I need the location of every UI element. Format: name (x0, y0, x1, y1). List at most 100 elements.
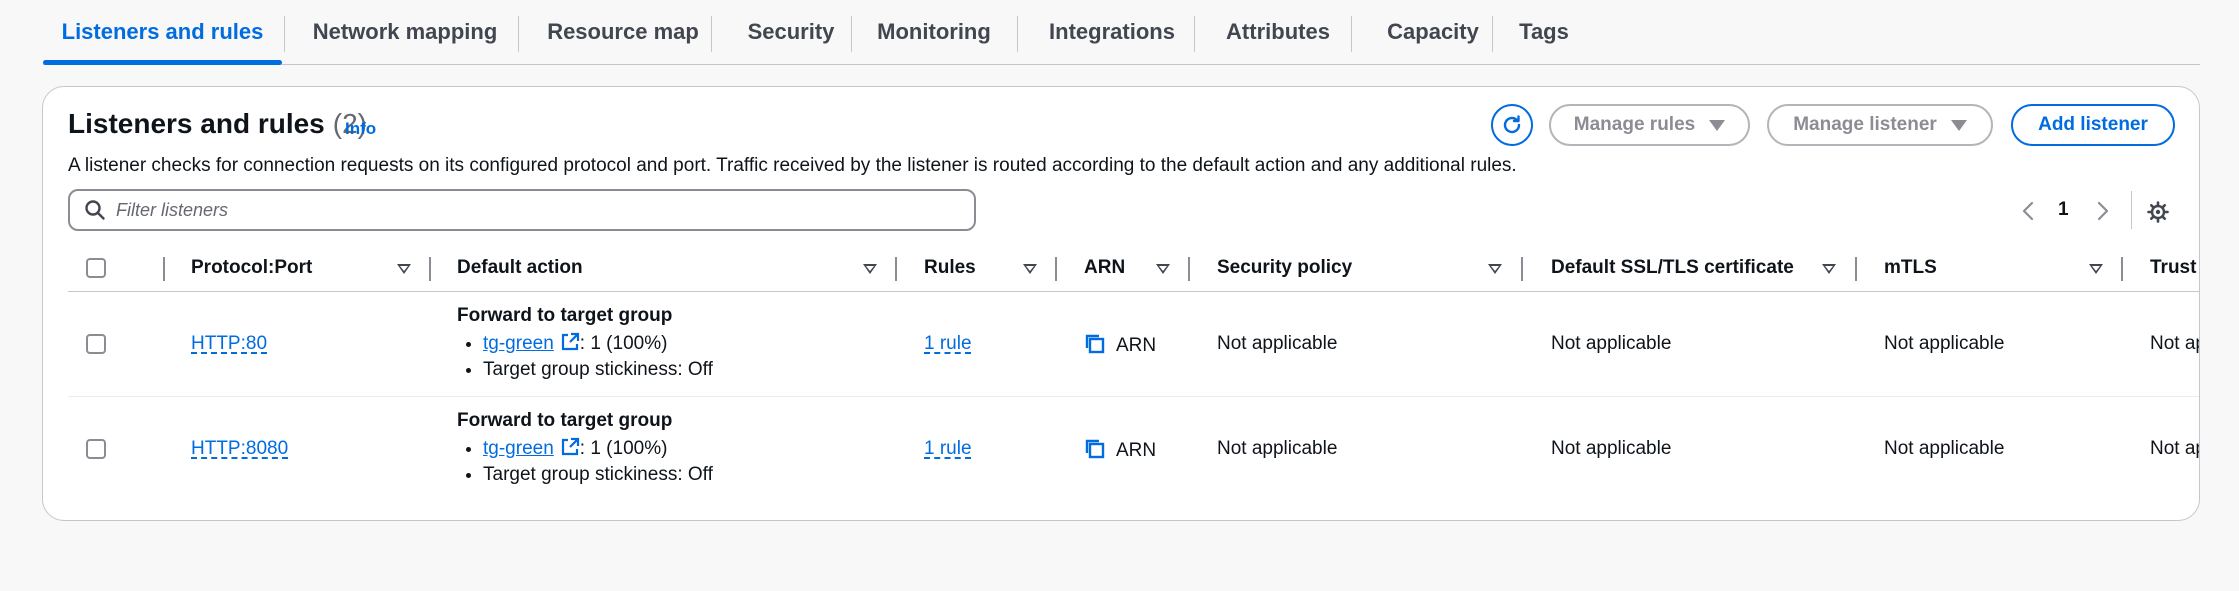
search-icon (85, 200, 105, 220)
target-group-link[interactable]: tg-green (483, 333, 554, 354)
copy-icon[interactable] (1084, 333, 1106, 355)
filter-box (68, 189, 976, 231)
header-mtls[interactable]: mTLS (1884, 245, 1937, 291)
chevron-right-icon (2097, 201, 2109, 221)
panel-title-text: Listeners and rules (68, 108, 325, 139)
external-link-icon[interactable] (560, 437, 580, 457)
caret-down-icon (1709, 119, 1726, 131)
column-divider[interactable] (1055, 257, 1057, 281)
trust-store-cell: Not applicable (2150, 333, 2199, 354)
stickiness-item: Target group stickiness: Off (483, 462, 713, 488)
next-page-button[interactable] (2092, 199, 2114, 223)
manage-listener-button[interactable]: Manage listener (1767, 104, 1993, 146)
sort-icon[interactable] (1822, 264, 1836, 274)
security-policy-cell: Not applicable (1217, 333, 1338, 354)
header-default-ssl-certificate[interactable]: Default SSL/TLS certificate (1551, 245, 1794, 291)
page-number[interactable]: 1 (2058, 199, 2069, 221)
action-title: Forward to target group (457, 410, 673, 431)
select-all-checkbox[interactable] (86, 258, 106, 278)
table-row: HTTP:80 Forward to target group tg-green… (68, 292, 2199, 397)
rules-cell: 1 rule (924, 333, 972, 355)
sort-icon[interactable] (1023, 264, 1037, 274)
table-header: Protocol:Port Default action Rules ARN S… (68, 245, 2199, 292)
trust-store-cell: Not applicable (2150, 438, 2199, 459)
tab-security[interactable]: Security (711, 0, 871, 64)
listeners-panel: Listeners and rules (2) Info A listener c… (42, 86, 2200, 521)
add-listener-button[interactable]: Add listener (2011, 104, 2175, 146)
column-divider[interactable] (1521, 257, 1523, 281)
pagination-divider (2131, 191, 2132, 229)
target-group-link[interactable]: tg-green (483, 438, 554, 459)
sort-icon[interactable] (397, 264, 411, 274)
target-weight: : 1 (100%) (579, 438, 668, 459)
column-divider[interactable] (429, 257, 431, 281)
tab-integrations[interactable]: Integrations (1017, 0, 1207, 64)
stickiness-item: Target group stickiness: Off (483, 357, 713, 383)
default-action-cell: Forward to target group tg-green : 1 (100… (457, 305, 713, 383)
tab-attributes[interactable]: Attributes (1194, 0, 1362, 64)
security-policy-cell: Not applicable (1217, 438, 1338, 459)
manage-listener-label: Manage listener (1793, 114, 1937, 135)
filter-listeners-input[interactable] (114, 191, 958, 229)
arn-label: ARN (1116, 440, 1157, 461)
protocol-port-cell: HTTP:8080 (191, 438, 288, 460)
column-divider[interactable] (1855, 257, 1857, 281)
arn-cell: ARN (1084, 438, 1156, 462)
listener-link[interactable]: HTTP:8080 (191, 438, 288, 459)
tab-network-mapping[interactable]: Network mapping (285, 0, 525, 64)
sort-icon[interactable] (1156, 264, 1170, 274)
mtls-cell: Not applicable (1884, 333, 2005, 354)
tab-bar: Listeners and rules Network mapping Reso… (43, 0, 2200, 65)
tab-listeners-and-rules[interactable]: Listeners and rules (43, 0, 282, 65)
table-settings-button[interactable] (2143, 197, 2173, 227)
refresh-button[interactable] (1491, 104, 1533, 146)
ssl-certificate-cell: Not applicable (1551, 333, 1672, 354)
panel-title: Listeners and rules (2) (68, 108, 367, 140)
copy-icon[interactable] (1084, 438, 1106, 460)
action-details: tg-green : 1 (100%) Target group stickine… (457, 436, 713, 488)
action-details: tg-green : 1 (100%) Target group stickine… (457, 331, 713, 383)
external-link-icon[interactable] (560, 332, 580, 352)
column-divider (163, 257, 165, 281)
add-listener-label: Add listener (2038, 114, 2148, 135)
mtls-cell: Not applicable (1884, 438, 2005, 459)
column-divider[interactable] (1188, 257, 1190, 281)
row-select-checkbox[interactable] (86, 439, 106, 459)
tab-resource-map[interactable]: Resource map (518, 0, 728, 64)
info-link[interactable]: Info (345, 119, 376, 139)
target-group-item: tg-green : 1 (100%) (483, 436, 713, 462)
listener-link[interactable]: HTTP:80 (191, 333, 267, 354)
action-title: Forward to target group (457, 305, 673, 326)
manage-rules-label: Manage rules (1573, 114, 1696, 135)
arn-label: ARN (1116, 335, 1157, 356)
ssl-certificate-cell: Not applicable (1551, 438, 1672, 459)
sort-icon[interactable] (1488, 264, 1502, 274)
caret-down-icon (1950, 119, 1967, 131)
tab-tags[interactable]: Tags (1492, 0, 1596, 64)
header-trust-store[interactable]: Trust store (2150, 245, 2199, 291)
column-divider[interactable] (895, 257, 897, 281)
sort-icon[interactable] (863, 264, 877, 274)
rules-link[interactable]: 1 rule (924, 333, 972, 354)
header-default-action[interactable]: Default action (457, 245, 583, 291)
chevron-left-icon (2022, 201, 2034, 221)
tab-capacity[interactable]: Capacity (1351, 0, 1515, 64)
manage-rules-button[interactable]: Manage rules (1549, 104, 1750, 146)
previous-page-button[interactable] (2017, 199, 2039, 223)
sort-icon[interactable] (2089, 264, 2103, 274)
header-rules[interactable]: Rules (924, 245, 976, 291)
arn-cell: ARN (1084, 333, 1156, 357)
row-select-checkbox[interactable] (86, 334, 106, 354)
table-row: HTTP:8080 Forward to target group tg-gre… (68, 397, 2199, 501)
target-group-item: tg-green : 1 (100%) (483, 331, 713, 357)
default-action-cell: Forward to target group tg-green : 1 (100… (457, 410, 713, 488)
column-divider[interactable] (2121, 257, 2123, 281)
protocol-port-cell: HTTP:80 (191, 333, 267, 355)
target-weight: : 1 (100%) (579, 333, 668, 354)
rules-link[interactable]: 1 rule (924, 438, 972, 459)
header-security-policy[interactable]: Security policy (1217, 245, 1352, 291)
rules-cell: 1 rule (924, 438, 972, 460)
header-arn[interactable]: ARN (1084, 245, 1125, 291)
header-protocol-port[interactable]: Protocol:Port (191, 245, 312, 291)
tab-monitoring[interactable]: Monitoring (851, 0, 1017, 64)
